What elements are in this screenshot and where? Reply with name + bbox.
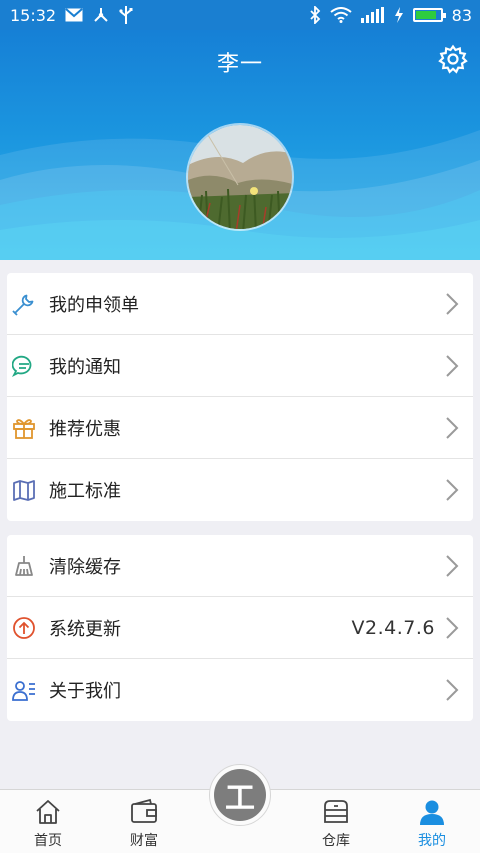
chevron-right-icon [446, 679, 459, 701]
chevron-right-icon [446, 554, 459, 577]
menu-item-my-notifications[interactable]: 我的通知 [7, 335, 473, 397]
menu-item-construction-standards[interactable]: 施工标准 [7, 459, 473, 521]
center-work-button[interactable]: 工 [209, 764, 271, 826]
battery-level: 83 [451, 5, 472, 25]
menu-item-label: 我的通知 [49, 356, 121, 378]
version-number: V2.4.7.6 [351, 616, 435, 639]
page-title: 李一 [216, 52, 263, 77]
wallet-icon [131, 798, 157, 823]
share-network-icon [92, 6, 110, 24]
tab-label: 首页 [34, 833, 62, 849]
chevron-right-icon [446, 616, 459, 639]
tab-warehouse[interactable]: 仓库 [288, 790, 384, 853]
menu-item-label: 我的申领单 [49, 294, 139, 316]
home-icon [36, 800, 60, 824]
mail-icon [65, 8, 83, 22]
tab-wealth[interactable]: 财富 [96, 790, 192, 853]
charging-icon [394, 7, 404, 23]
menu-item-about-us[interactable]: 关于我们 [7, 659, 473, 721]
wrench-icon [12, 292, 36, 316]
person-icon [420, 800, 444, 825]
avatar[interactable] [186, 123, 294, 231]
status-time: 15:32 [10, 5, 57, 25]
status-bar: 15:32 83 [0, 0, 480, 30]
gift-icon [12, 416, 36, 440]
center-work-label: 工 [214, 769, 266, 821]
chat-bubble-icon [12, 354, 36, 378]
tab-label: 仓库 [322, 833, 350, 849]
chevron-right-icon [446, 479, 459, 501]
tab-label: 我的 [418, 833, 446, 849]
tab-home[interactable]: 首页 [0, 790, 96, 853]
menu-item-label: 施工标准 [49, 481, 121, 502]
menu-item-label: 清除缓存 [49, 556, 121, 578]
tab-mine[interactable]: 我的 [384, 790, 480, 853]
menu-item-system-update[interactable]: 系统更新 V2.4.7.6 [7, 597, 473, 659]
menu-item-label: 系统更新 [49, 618, 121, 640]
menu-item-label: 推荐优惠 [49, 418, 121, 440]
broom-icon [12, 554, 36, 578]
chevron-right-icon [446, 354, 459, 377]
menu-group-secondary: 清除缓存 系统更新 V2.4.7.6 关于我们 [7, 535, 473, 721]
signal-icon [360, 7, 385, 23]
battery-icon [412, 8, 446, 22]
chevron-right-icon [446, 292, 459, 315]
wifi-icon [330, 7, 352, 23]
menu-item-my-requisitions[interactable]: 我的申领单 [7, 273, 473, 335]
tab-label: 财富 [130, 833, 158, 849]
warehouse-icon [324, 800, 348, 823]
bluetooth-icon [309, 6, 321, 24]
menu-item-label: 关于我们 [49, 681, 121, 702]
upload-arrow-icon [12, 616, 36, 640]
contact-card-icon [12, 678, 36, 702]
menu-group-primary: 我的申领单 我的通知 推荐优惠 施工标准 [7, 273, 473, 521]
profile-header: 李一 [0, 30, 480, 260]
gear-icon[interactable] [438, 44, 468, 74]
usb-icon [119, 6, 133, 24]
menu-item-clear-cache[interactable]: 清除缓存 [7, 535, 473, 597]
book-icon [12, 478, 36, 502]
menu-item-recommended-offers[interactable]: 推荐优惠 [7, 397, 473, 459]
chevron-right-icon [446, 416, 459, 439]
